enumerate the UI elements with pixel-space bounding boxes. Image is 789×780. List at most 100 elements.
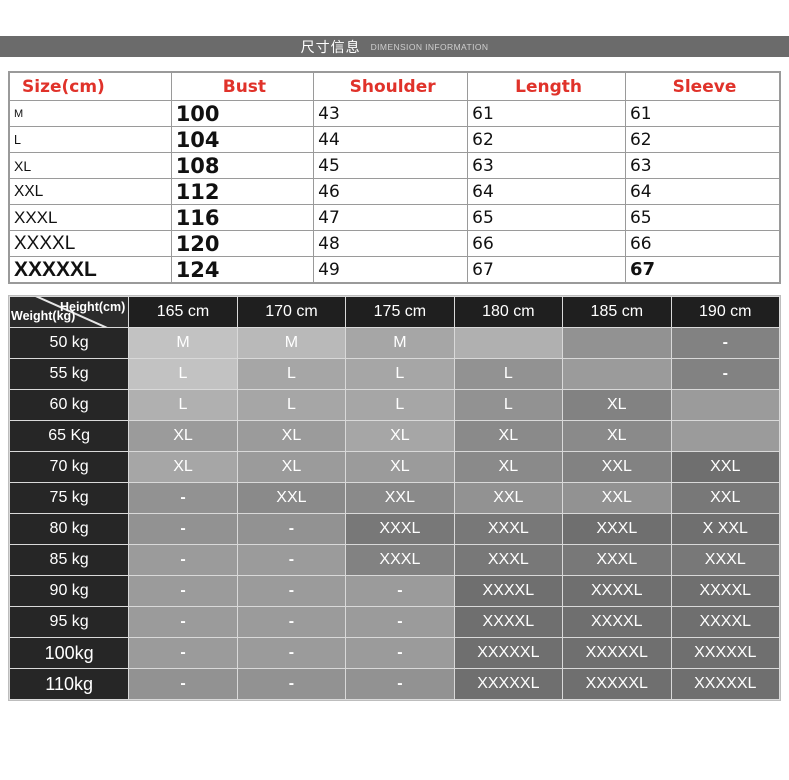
matrix-size-cell: XXXXL	[454, 576, 563, 606]
sleeve-cell: 67	[624, 256, 781, 283]
matrix-size-cell: -	[237, 576, 346, 606]
size-cell: XXXXL	[9, 230, 172, 257]
matrix-size-cell	[563, 359, 671, 389]
bust-cell: 120	[170, 230, 315, 257]
shoulder-cell: 45	[313, 152, 469, 179]
matrix-size-cell: L	[129, 359, 237, 389]
matrix-size-cell: XXXL	[563, 545, 671, 575]
length-cell: 65	[467, 204, 626, 231]
matrix-size-cell: X XXL	[671, 514, 779, 544]
column-header-shoulder: Shoulder	[313, 72, 469, 101]
matrix-size-cell: XL	[563, 390, 671, 420]
size-cell: M	[9, 100, 172, 127]
banner-subtitle: DIMENSION INFORMATION	[370, 41, 489, 52]
matrix-weight-label: 70 kg	[10, 452, 129, 482]
matrix-size-cell: -	[129, 669, 237, 699]
matrix-size-cell	[454, 328, 563, 358]
matrix-size-cell: XXXL	[563, 514, 671, 544]
matrix-size-cell: -	[346, 576, 454, 606]
matrix-size-cell: -	[237, 607, 346, 637]
matrix-size-cell: L	[454, 359, 563, 389]
table-row: L 104 44 62 62	[9, 126, 781, 153]
matrix-header-row: Height(cm) Weight(kg) 165 cm 170 cm 175 …	[10, 297, 779, 327]
matrix-size-cell: L	[454, 390, 563, 420]
size-table-body: M 100 43 61 61 L 104 44 62 62 XL 108 45 63 63 XXL 112 46 6…	[9, 100, 781, 283]
length-cell: 62	[467, 126, 626, 153]
matrix-size-cell: XL	[129, 421, 237, 451]
size-matrix-container: Height(cm) Weight(kg) 165 cm 170 cm 175 …	[8, 295, 781, 701]
matrix-size-cell: XXXL	[454, 514, 563, 544]
matrix-size-cell: XXXL	[346, 545, 454, 575]
shoulder-cell: 43	[313, 100, 469, 127]
column-header-length: Length	[467, 72, 626, 101]
banner-title: 尺寸信息	[300, 39, 361, 56]
matrix-weight-label: 60 kg	[10, 390, 129, 420]
matrix-size-cell: XXXL	[671, 545, 779, 575]
matrix-row: 50 kg M M M -	[10, 328, 779, 358]
matrix-size-cell: -	[129, 483, 237, 513]
matrix-size-cell: -	[346, 669, 454, 699]
column-header-sleeve: Sleeve	[624, 72, 781, 101]
dimension-information-banner: 尺寸信息 DIMENSION INFORMATION	[0, 36, 789, 57]
bust-cell: 108	[170, 152, 315, 179]
length-cell: 66	[467, 230, 626, 257]
matrix-size-cell: -	[129, 607, 237, 637]
bust-cell: 104	[170, 126, 315, 153]
matrix-size-cell: XXL	[346, 483, 454, 513]
matrix-size-cell: L	[346, 390, 454, 420]
matrix-size-cell: -	[237, 545, 346, 575]
table-row: M 100 43 61 61	[9, 100, 781, 127]
size-table-header-row: Size(cm) Bust Shoulder Length Sleeve	[9, 72, 781, 101]
matrix-size-cell: XXXXL	[454, 607, 563, 637]
matrix-size-cell: XL	[237, 421, 346, 451]
matrix-size-cell: XXL	[671, 483, 779, 513]
matrix-header-190: 190 cm	[671, 297, 779, 327]
matrix-size-cell: XXXXXL	[671, 638, 779, 668]
bust-cell: 100	[170, 100, 315, 127]
size-cell: L	[9, 126, 172, 153]
matrix-weight-label: 90 kg	[10, 576, 129, 606]
matrix-row: 55 kg L L L L -	[10, 359, 779, 389]
matrix-size-cell: XL	[563, 421, 671, 451]
matrix-weight-label: 65 Kg	[10, 421, 129, 451]
matrix-row: 65 Kg XL XL XL XL XL	[10, 421, 779, 451]
matrix-table-body: 50 kg M M M -55 kg L L L L -60 kg L L L L XL 65 Kg XL XL X…	[10, 328, 779, 699]
matrix-size-cell: XXXXXL	[563, 638, 671, 668]
sleeve-cell: 66	[624, 230, 781, 257]
matrix-weight-label: 75 kg	[10, 483, 129, 513]
matrix-row: 85 kg - - XXXL XXXL XXXL XXXL	[10, 545, 779, 575]
matrix-size-cell: XL	[346, 452, 454, 482]
matrix-header-165: 165 cm	[129, 297, 237, 327]
shoulder-cell: 48	[313, 230, 469, 257]
size-measurements-table: Size(cm) Bust Shoulder Length Sleeve M 10…	[9, 72, 781, 283]
matrix-size-cell: XXXXL	[671, 576, 779, 606]
corner-weight-label: Weight(kg)	[11, 309, 76, 323]
matrix-weight-label: 55 kg	[10, 359, 129, 389]
matrix-size-cell	[671, 421, 779, 451]
shoulder-cell: 44	[313, 126, 469, 153]
shoulder-cell: 46	[313, 178, 469, 205]
matrix-size-cell: XXXXL	[671, 607, 779, 637]
matrix-size-cell: XL	[454, 452, 563, 482]
matrix-size-cell: XXXXXL	[671, 669, 779, 699]
matrix-size-cell	[563, 328, 671, 358]
matrix-weight-label: 80 kg	[10, 514, 129, 544]
matrix-size-cell: L	[129, 390, 237, 420]
matrix-size-cell: -	[129, 514, 237, 544]
length-cell: 63	[467, 152, 626, 179]
shoulder-cell: 49	[313, 256, 469, 283]
length-cell: 64	[467, 178, 626, 205]
matrix-size-cell: XXXL	[346, 514, 454, 544]
matrix-weight-label: 50 kg	[10, 328, 129, 358]
matrix-weight-label: 100kg	[10, 638, 129, 668]
matrix-size-cell: L	[237, 390, 346, 420]
matrix-row: 95 kg - - - XXXXL XXXXL XXXXL	[10, 607, 779, 637]
matrix-weight-label: 85 kg	[10, 545, 129, 575]
table-row: XXXL 116 47 65 65	[9, 204, 781, 231]
matrix-size-cell: XXL	[671, 452, 779, 482]
table-row: XXL 112 46 64 64	[9, 178, 781, 205]
matrix-size-cell: -	[237, 669, 346, 699]
matrix-corner-cell: Height(cm) Weight(kg)	[10, 297, 129, 327]
column-header-size: Size(cm)	[9, 72, 172, 101]
matrix-size-cell: M	[129, 328, 237, 358]
